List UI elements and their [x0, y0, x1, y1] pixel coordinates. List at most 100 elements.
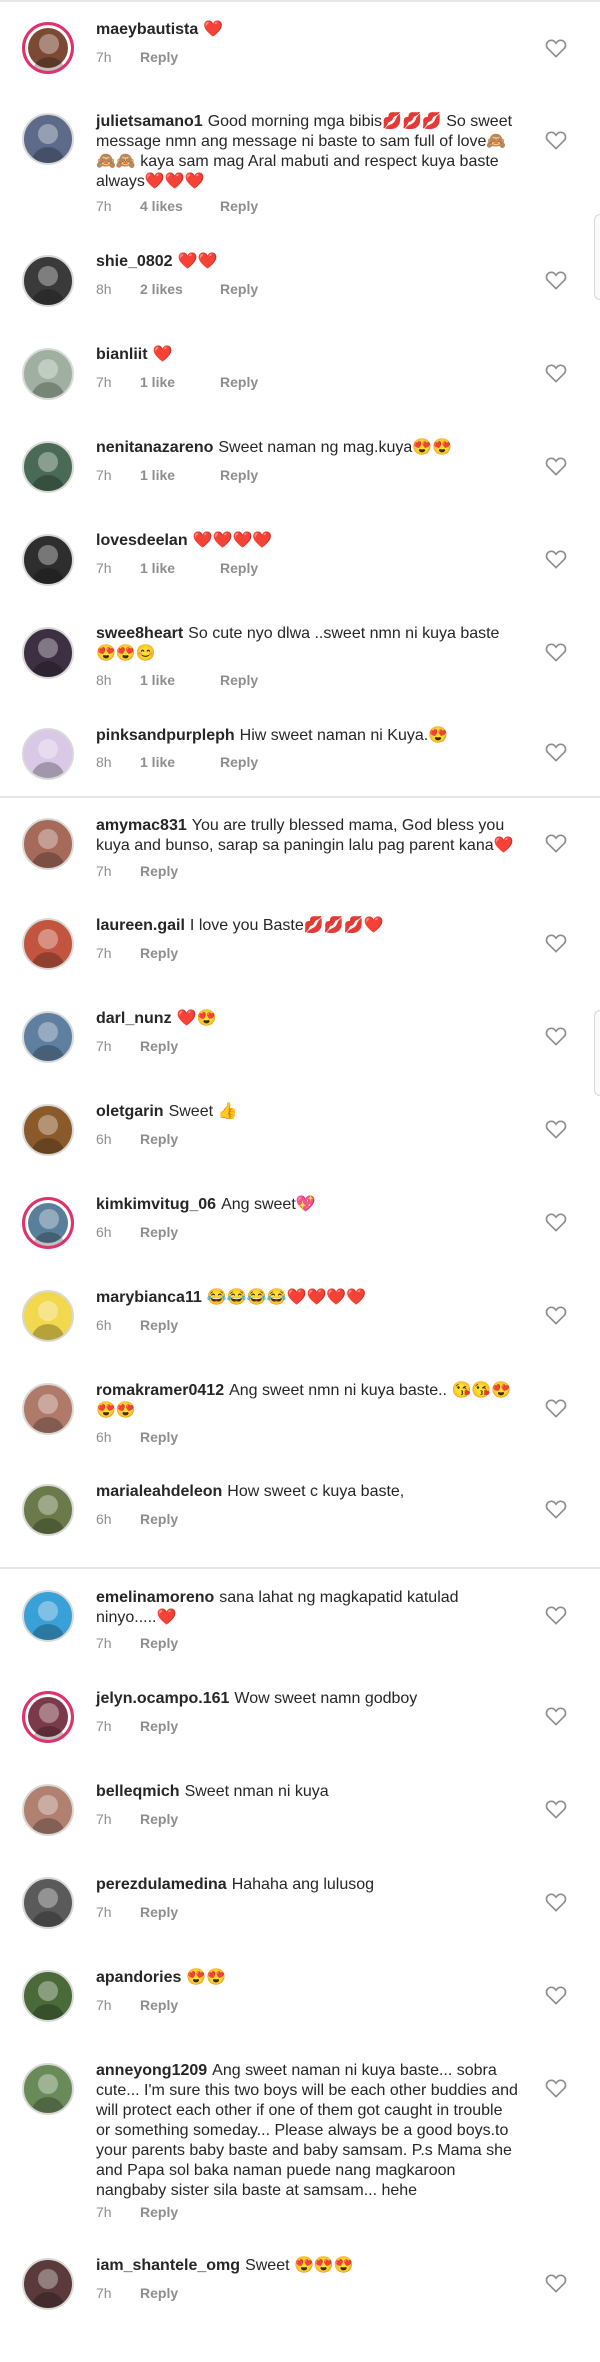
comment-username[interactable]: oletgarin: [96, 1103, 164, 1120]
like-heart-icon[interactable]: [545, 833, 567, 853]
reply-button[interactable]: Reply: [140, 49, 178, 65]
avatar[interactable]: [22, 728, 74, 780]
like-heart-icon[interactable]: [545, 2273, 567, 2293]
like-heart-icon[interactable]: [545, 1119, 567, 1139]
avatar[interactable]: [22, 2063, 74, 2115]
like-heart-icon[interactable]: [545, 1212, 567, 1232]
reply-button[interactable]: Reply: [140, 863, 178, 879]
comment-username[interactable]: bianliit: [96, 346, 148, 363]
like-count[interactable]: 4 likes: [140, 197, 220, 215]
like-heart-icon[interactable]: [545, 130, 567, 150]
comment-username[interactable]: lovesdeelan: [96, 532, 188, 549]
scrollbar-handle[interactable]: [594, 214, 600, 300]
comment-username[interactable]: jelyn.ocampo.161: [96, 1690, 229, 1707]
reply-button[interactable]: Reply: [140, 1635, 178, 1651]
comment-username[interactable]: perezdulamedina: [96, 1876, 227, 1893]
like-heart-icon[interactable]: [545, 1892, 567, 1912]
comment-username[interactable]: shie_0802: [96, 253, 173, 270]
avatar[interactable]: [22, 1484, 74, 1536]
like-heart-icon[interactable]: [545, 742, 567, 762]
avatar[interactable]: [22, 255, 74, 307]
reply-button[interactable]: Reply: [140, 1224, 178, 1240]
like-heart-icon[interactable]: [545, 363, 567, 383]
like-heart-icon[interactable]: [545, 1398, 567, 1418]
like-heart-icon[interactable]: [545, 1305, 567, 1325]
reply-button[interactable]: Reply: [140, 1038, 178, 1054]
avatar[interactable]: [22, 1104, 74, 1156]
like-heart-icon[interactable]: [545, 642, 567, 662]
comment-username[interactable]: marialeahdeleon: [96, 1483, 222, 1500]
reply-button[interactable]: Reply: [220, 672, 258, 688]
avatar[interactable]: [22, 534, 74, 586]
comment-username[interactable]: apandories: [96, 1969, 181, 1986]
reply-button[interactable]: Reply: [140, 2204, 178, 2220]
like-heart-icon[interactable]: [545, 1985, 567, 2005]
comment-username[interactable]: iam_shantele_omg: [96, 2257, 240, 2274]
avatar[interactable]: [22, 2258, 74, 2310]
avatar[interactable]: [22, 1970, 74, 2022]
comment-username[interactable]: nenitanazareno: [96, 439, 213, 456]
like-count[interactable]: 1 like: [140, 559, 220, 577]
like-heart-icon[interactable]: [545, 549, 567, 569]
comment-username[interactable]: belleqmich: [96, 1783, 180, 1800]
like-heart-icon[interactable]: [545, 270, 567, 290]
scrollbar-handle[interactable]: [594, 1010, 600, 1096]
reply-button[interactable]: Reply: [140, 1904, 178, 1920]
reply-button[interactable]: Reply: [220, 198, 258, 214]
avatar[interactable]: [22, 1590, 74, 1642]
avatar[interactable]: [22, 1691, 74, 1743]
reply-button[interactable]: Reply: [140, 1511, 178, 1527]
comment-username[interactable]: marybianca11: [96, 1289, 202, 1306]
like-count[interactable]: 1 like: [140, 671, 220, 689]
avatar[interactable]: [22, 1784, 74, 1836]
avatar[interactable]: [22, 348, 74, 400]
reply-button[interactable]: Reply: [140, 945, 178, 961]
like-count[interactable]: 1 like: [140, 466, 220, 484]
avatar[interactable]: [22, 441, 74, 493]
reply-button[interactable]: Reply: [140, 2285, 178, 2301]
reply-button[interactable]: Reply: [140, 1131, 178, 1147]
comment-username[interactable]: maeybautista: [96, 21, 198, 38]
like-heart-icon[interactable]: [545, 1499, 567, 1519]
avatar[interactable]: [22, 1290, 74, 1342]
like-count[interactable]: 1 like: [140, 373, 220, 391]
avatar[interactable]: [22, 1383, 74, 1435]
like-heart-icon[interactable]: [545, 1799, 567, 1819]
avatar[interactable]: [22, 22, 74, 74]
reply-button[interactable]: Reply: [220, 281, 258, 297]
avatar[interactable]: [22, 818, 74, 870]
avatar[interactable]: [22, 918, 74, 970]
like-count[interactable]: 1 like: [140, 753, 220, 771]
reply-button[interactable]: Reply: [220, 560, 258, 576]
reply-button[interactable]: Reply: [220, 467, 258, 483]
comment-username[interactable]: swee8heart: [96, 625, 183, 642]
reply-button[interactable]: Reply: [140, 1317, 178, 1333]
reply-button[interactable]: Reply: [220, 754, 258, 770]
reply-button[interactable]: Reply: [140, 1997, 178, 2013]
comment-username[interactable]: emelinamoreno: [96, 1589, 214, 1606]
avatar[interactable]: [22, 1877, 74, 1929]
comment-username[interactable]: romakramer0412: [96, 1382, 224, 1399]
reply-button[interactable]: Reply: [140, 1718, 178, 1734]
like-heart-icon[interactable]: [545, 2078, 567, 2098]
reply-button[interactable]: Reply: [140, 1811, 178, 1827]
reply-button[interactable]: Reply: [140, 1429, 178, 1445]
comment-username[interactable]: kimkimvitug_06: [96, 1196, 216, 1213]
reply-button[interactable]: Reply: [220, 374, 258, 390]
avatar[interactable]: [22, 113, 74, 165]
avatar[interactable]: [22, 627, 74, 679]
avatar[interactable]: [22, 1197, 74, 1249]
like-heart-icon[interactable]: [545, 1706, 567, 1726]
like-heart-icon[interactable]: [545, 456, 567, 476]
comment-username[interactable]: pinksandpurpleph: [96, 727, 235, 744]
like-count[interactable]: 2 likes: [140, 280, 220, 298]
avatar[interactable]: [22, 1011, 74, 1063]
comment-username[interactable]: julietsamano1: [96, 113, 203, 130]
comment-username[interactable]: laureen.gail: [96, 917, 185, 934]
like-heart-icon[interactable]: [545, 1605, 567, 1625]
comment-username[interactable]: amymac831: [96, 817, 187, 834]
like-heart-icon[interactable]: [545, 38, 567, 58]
comment-username[interactable]: darl_nunz: [96, 1010, 172, 1027]
like-heart-icon[interactable]: [545, 933, 567, 953]
like-heart-icon[interactable]: [545, 1026, 567, 1046]
